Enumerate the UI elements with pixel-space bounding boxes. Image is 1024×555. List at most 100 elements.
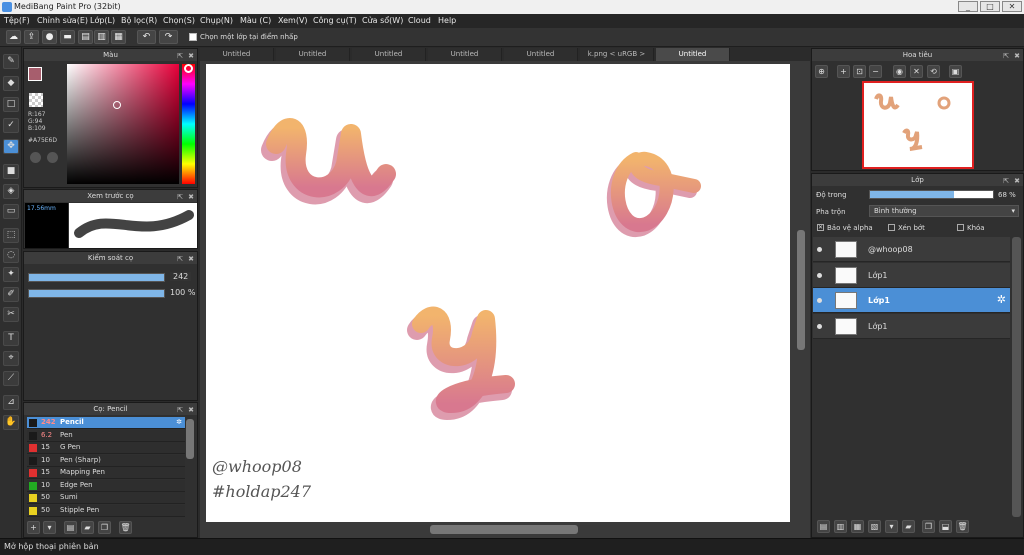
eye-icon[interactable] [817,247,822,252]
eye-icon[interactable] [817,324,822,329]
layer-row-selected[interactable]: Lớp1 ✲ [813,288,1010,313]
tab-document[interactable]: Untitled [428,48,502,61]
brush-item[interactable]: 6.2 Pen [27,429,185,442]
tab-document[interactable]: Untitled [200,48,274,61]
hue-slider[interactable] [182,64,195,184]
brush-list-scrollbar[interactable] [186,419,194,459]
minimize-button[interactable]: _ [958,1,978,12]
select-eraser-icon[interactable]: ✂ [3,307,19,322]
zoom-fit-icon[interactable]: ⊕ [815,65,828,78]
lock-nav-icon[interactable]: ▣ [949,65,962,78]
merge-layer-icon[interactable]: ⬓ [939,520,952,533]
eraser-tool-icon[interactable]: ◆ [3,76,19,91]
brush-folder-icon[interactable]: ▰ [81,521,94,534]
brush-item[interactable]: 15 Mapping Pen [27,467,185,479]
redo-icon[interactable]: ↷ [159,30,178,44]
magic-wand-icon[interactable]: ✦ [3,267,19,282]
navigator-thumbnail[interactable] [862,81,974,169]
menu-filter[interactable]: Bộ lọc(R) [121,16,157,25]
color-picker-cursor[interactable] [113,101,121,109]
layer-row[interactable]: @whoop08 [813,237,1010,262]
select-pen-icon[interactable]: ✐ [3,287,19,302]
cloud-icon[interactable]: ☁ [6,30,21,44]
divide-tool-icon[interactable]: ⟋ [3,371,19,386]
menu-tools[interactable]: Công cụ(T) [313,16,357,25]
new-page-icon[interactable]: ▤ [78,30,93,44]
flip-icon[interactable]: ✕ [910,65,923,78]
add-brush-icon[interactable]: + [27,521,40,534]
tab-document[interactable]: k.png < uRGB > [580,48,654,61]
brush-item[interactable]: 242 Pencil ✲ [27,417,185,429]
brush-item[interactable]: 10 Edge Pen [27,479,185,492]
fill-rect-tool-icon[interactable]: ■ [3,164,19,179]
tab-document-active[interactable]: Untitled [656,48,730,61]
tab-document[interactable]: Untitled [352,48,426,61]
transparent-swatch[interactable] [29,93,43,107]
comment-icon[interactable]: ● [42,30,57,44]
maximize-button[interactable]: □ [980,1,1000,12]
brush-menu-icon[interactable]: ▾ [43,521,56,534]
color-set-icon[interactable] [47,152,58,163]
menu-color[interactable]: Màu (C) [240,16,271,25]
canvas-vertical-scrollbar[interactable] [797,230,805,350]
bucket-tool-icon[interactable]: ◈ [3,184,19,199]
layer-row[interactable]: Lớp1 [813,263,1010,288]
close-window-button[interactable]: ✕ [1002,1,1022,12]
undo-icon[interactable]: ↶ [137,30,156,44]
brush-item[interactable]: 50 Sumi [27,492,185,504]
menu-file[interactable]: Tệp(F) [4,16,30,25]
lock-checkbox[interactable] [957,224,964,231]
menu-help[interactable]: Help [438,16,456,25]
new-halftone-layer-icon[interactable]: ▥ [834,520,847,533]
menu-window[interactable]: Cửa sổ(W) [362,16,403,25]
move-tool-icon[interactable]: ✥ [3,139,19,154]
new-1bit-layer-icon[interactable]: ▧ [868,520,881,533]
menu-layer[interactable]: Lớp(L) [90,16,115,25]
brush-item[interactable]: 50 Stipple Pen [27,504,185,517]
brush-item[interactable]: 15 G Pen [27,442,185,454]
zoom-in-icon[interactable]: + [837,65,850,78]
text-tool-icon[interactable]: T [3,331,19,346]
palette-icon[interactable] [30,152,41,163]
folder-icon[interactable]: ▰ [902,520,915,533]
brush-file-icon[interactable]: ▤ [64,521,77,534]
brush-size-value[interactable]: 242 [170,272,192,281]
rotate-reset-icon[interactable]: ⟲ [927,65,940,78]
canvas-paper[interactable]: @whoop08 #holdap247 [206,64,790,522]
menu-cloud[interactable]: Cloud [408,16,431,25]
select-layer-checkbox[interactable] [189,33,197,41]
chat-icon[interactable]: ▬ [60,30,75,44]
tab-document[interactable]: Untitled [276,48,350,61]
blend-mode-select[interactable]: Bình thường ▾ [869,205,1019,217]
layer-list-scrollbar[interactable] [1012,237,1021,517]
brush-copy-icon[interactable]: ❐ [98,521,111,534]
gear-icon[interactable]: ✲ [176,418,182,426]
new-layer-icon[interactable]: ▤ [817,520,830,533]
tab-document[interactable]: Untitled [504,48,578,61]
hue-cursor[interactable] [184,64,193,73]
saturation-value-picker[interactable] [67,64,179,184]
page-list-icon[interactable]: ▥ [94,30,109,44]
protect-alpha-checkbox[interactable]: ✕ [817,224,824,231]
menu-select[interactable]: Chọn(S) [163,16,195,25]
zoom-actual-icon[interactable]: ⊡ [853,65,866,78]
menu-view[interactable]: Xem(V) [278,16,308,25]
eyedropper-icon[interactable]: ⊿ [3,395,19,410]
operation-tool-icon[interactable]: ⌖ [3,351,19,366]
eye-icon[interactable] [817,298,822,303]
select-rect-icon[interactable]: ⬚ [3,228,19,243]
canvas-horizontal-scrollbar[interactable] [430,525,578,534]
layer-opacity-value[interactable]: 68 % [998,191,1016,199]
upload-icon[interactable]: ⇪ [24,30,39,44]
brush-tool-icon[interactable]: ✎ [3,54,19,69]
eye-icon[interactable] [817,273,822,278]
duplicate-layer-icon[interactable]: ❐ [922,520,935,533]
clipping-checkbox[interactable] [888,224,895,231]
brush-opacity-slider[interactable] [28,289,165,298]
menu-edit[interactable]: Chỉnh sửa(E) [37,16,88,25]
rectangle-tool-icon[interactable]: □ [3,97,19,112]
brush-delete-icon[interactable]: 🗑 [119,521,132,534]
layer-menu-icon[interactable]: ▾ [885,520,898,533]
pen-tool-icon[interactable]: ✓ [3,118,19,133]
brush-item[interactable]: 10 Pen (Sharp) [27,454,185,467]
